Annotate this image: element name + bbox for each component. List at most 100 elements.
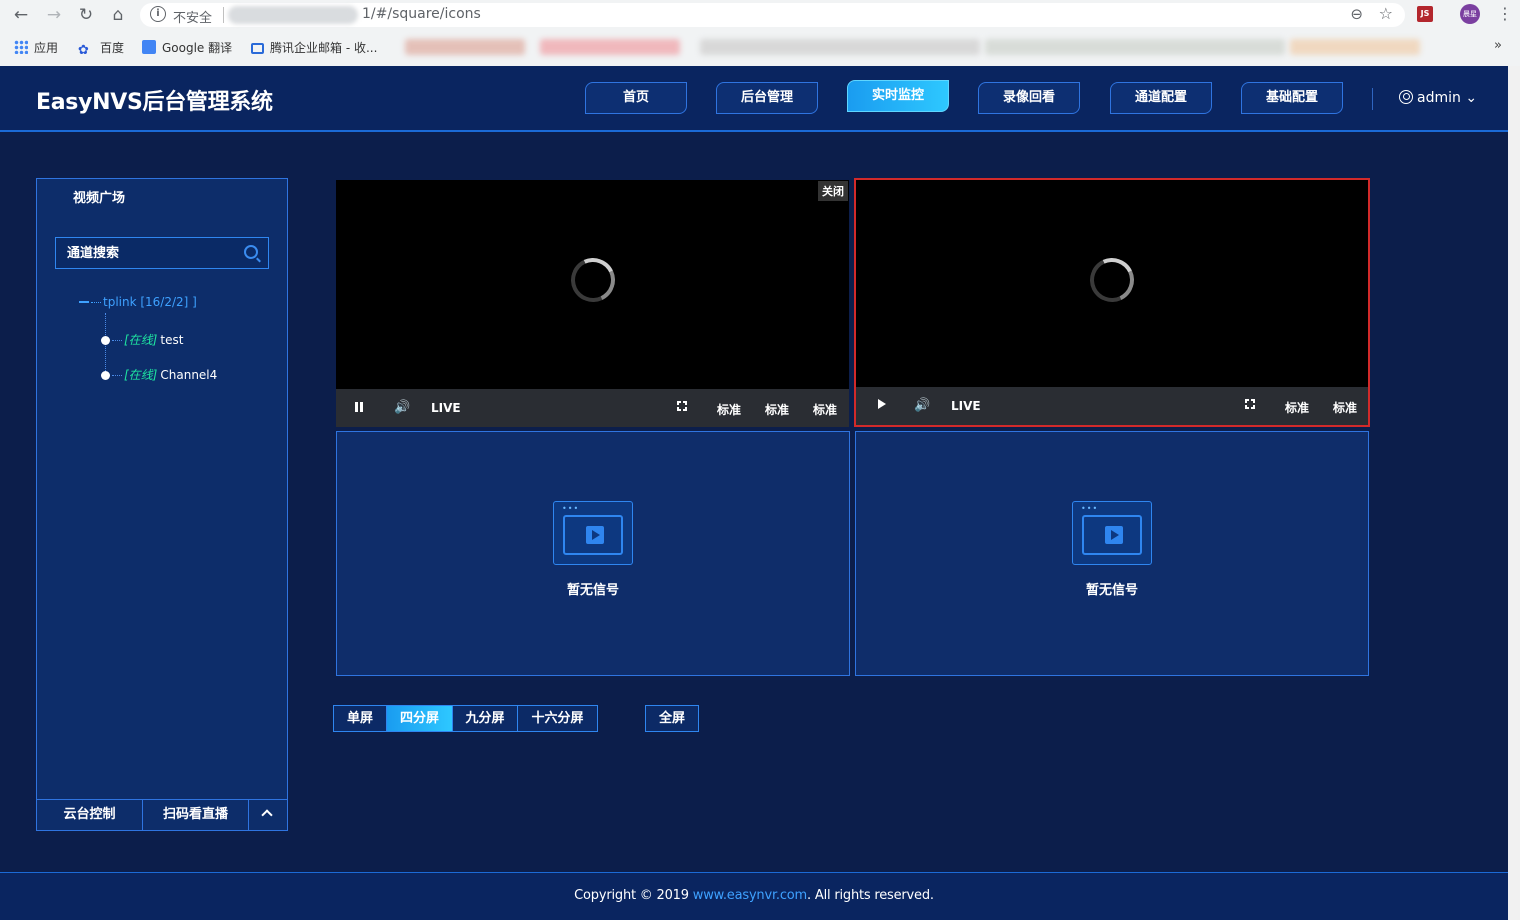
window-dots: ••• — [562, 504, 580, 513]
sidebar-title: 视频广场 — [73, 191, 126, 206]
quality-option[interactable]: 标准 — [1285, 399, 1309, 416]
redacted-bookmark — [985, 39, 1285, 55]
quality-option[interactable]: 标准 — [717, 401, 741, 418]
layout-single-button[interactable]: 单屏 — [334, 706, 387, 731]
split-layout-group: 单屏 四分屏 九分屏 十六分屏 — [333, 705, 598, 732]
video-slot-4[interactable]: ••• 暂无信号 — [855, 431, 1369, 676]
redacted-bookmark — [1290, 39, 1420, 55]
tree-node-tplink[interactable]: tplink [16/2/2] ] — [79, 295, 197, 309]
redacted-bookmark — [405, 39, 525, 55]
play-box — [586, 526, 604, 544]
tab-basic-config[interactable]: 基础配置 — [1241, 82, 1343, 114]
sidebar-bottom-bar: 云台控制 扫码看直播 — [37, 799, 287, 830]
channel-search-input[interactable] — [56, 238, 236, 268]
forward-icon[interactable]: → — [44, 5, 64, 25]
live-indicator: LIVE — [951, 399, 981, 413]
address-row: ← → ↻ ⌂ i 不安全 1/#/square/icons ⊖ ☆ JS 晨星… — [0, 0, 1520, 30]
tab-channel-config[interactable]: 通道配置 — [1110, 82, 1212, 114]
play-box — [1105, 526, 1123, 544]
header-separator — [1372, 88, 1373, 110]
scan-live-button[interactable]: 扫码看直播 — [143, 800, 249, 830]
bookmark-star-icon[interactable]: ☆ — [1379, 4, 1393, 23]
copyright-text: Copyright © 2019 www.easynvr.com. All ri… — [0, 888, 1508, 903]
layout-sixteen-button[interactable]: 十六分屏 — [518, 706, 597, 731]
quality-option[interactable]: 标准 — [765, 401, 789, 418]
layout-nine-button[interactable]: 九分屏 — [453, 706, 518, 731]
tree-node-label: tplink [16/2/2] ] — [103, 295, 197, 309]
bookmark-google-translate[interactable]: Google 翻译 — [142, 39, 232, 56]
zoom-icon[interactable]: ⊖ — [1350, 5, 1363, 23]
tree-item-test[interactable]: [在线] test — [101, 331, 183, 348]
video-slot-3[interactable]: ••• 暂无信号 — [336, 431, 850, 676]
bookmark-label: 应用 — [34, 41, 59, 55]
video-player-2[interactable]: 🔊 LIVE 标准 标准 — [854, 178, 1370, 427]
screen-frame — [563, 515, 623, 555]
player-control-bar: 🔊 LIVE 标准 标准 标准 — [336, 389, 849, 427]
bookmarks-bar: 应用 ✿ 百度 Google 翻译 腾讯企业邮箱 - 收... » — [0, 34, 1520, 60]
page-scrollbar[interactable] — [1508, 66, 1520, 920]
omnibox-separator — [223, 7, 224, 23]
browser-chrome: ← → ↻ ⌂ i 不安全 1/#/square/icons ⊖ ☆ JS 晨星… — [0, 0, 1520, 66]
redacted-bookmark — [700, 39, 980, 55]
player-control-bar: 🔊 LIVE 标准 标准 — [856, 387, 1368, 425]
bookmark-baidu[interactable]: ✿ 百度 — [78, 39, 124, 58]
reload-icon[interactable]: ↻ — [76, 5, 96, 25]
back-icon[interactable]: ← — [11, 5, 31, 25]
bookmark-tencent-mail[interactable]: 腾讯企业邮箱 - 收... — [251, 39, 377, 56]
bookmark-label: 腾讯企业邮箱 - 收... — [270, 41, 378, 55]
redacted-host — [228, 6, 358, 24]
no-signal-video-icon: ••• — [553, 501, 633, 565]
online-status: [在线] — [124, 368, 158, 382]
copyright-prefix: Copyright © 2019 — [574, 888, 693, 903]
profile-avatar[interactable]: 晨星 — [1460, 4, 1480, 24]
search-icon[interactable] — [244, 245, 258, 259]
pause-icon[interactable] — [355, 402, 363, 412]
js-extension-icon[interactable]: JS — [1417, 6, 1433, 22]
browser-menu-icon[interactable]: ⋮ — [1497, 4, 1513, 23]
video-player-1[interactable]: 关闭 🔊 LIVE 标准 标准 标准 — [336, 180, 849, 427]
ptz-control-button[interactable]: 云台控制 — [37, 800, 143, 830]
easynvr-link[interactable]: www.easynvr.com — [693, 888, 807, 903]
layout-four-button[interactable]: 四分屏 — [387, 706, 453, 731]
copyright-suffix: . All rights reserved. — [807, 888, 934, 903]
channel-search — [55, 237, 269, 269]
video-square-sidebar: 视频广场 tplink [16/2/2] ] [在线]test [在线]Chan… — [36, 178, 288, 831]
live-indicator: LIVE — [431, 401, 461, 415]
loading-spinner-icon — [1083, 251, 1141, 309]
tree-connector — [112, 375, 122, 376]
close-player-button[interactable]: 关闭 — [818, 181, 848, 201]
address-bar[interactable]: i 不安全 1/#/square/icons ⊖ ☆ — [140, 3, 1405, 27]
fullscreen-button[interactable]: 全屏 — [645, 705, 699, 732]
no-signal-video-icon: ••• — [1072, 501, 1152, 565]
fullscreen-icon[interactable] — [676, 400, 690, 414]
quality-option[interactable]: 标准 — [1333, 399, 1357, 416]
bookmark-apps[interactable]: 应用 — [14, 39, 58, 56]
play-icon[interactable] — [878, 399, 886, 409]
tab-playback[interactable]: 录像回看 — [978, 82, 1080, 114]
info-icon[interactable]: i — [150, 6, 166, 22]
google-translate-icon — [142, 40, 156, 54]
volume-icon[interactable]: 🔊 — [914, 398, 930, 413]
tab-live-monitor[interactable]: 实时监控 — [847, 80, 949, 112]
volume-icon[interactable]: 🔊 — [394, 400, 410, 415]
tree-node-dot — [101, 336, 110, 345]
bookmarks-more-icon[interactable]: » — [1494, 38, 1502, 53]
user-icon — [1399, 90, 1413, 104]
expand-panel-button[interactable] — [249, 800, 287, 830]
quality-option[interactable]: 标准 — [813, 401, 837, 418]
no-signal-text: 暂无信号 — [566, 583, 619, 598]
tab-home[interactable]: 首页 — [585, 82, 687, 114]
home-icon[interactable]: ⌂ — [108, 5, 128, 25]
username: admin — [1417, 90, 1461, 106]
fullscreen-icon[interactable] — [1244, 398, 1258, 412]
app-header: EasyNVS后台管理系统 首页 后台管理 实时监控 录像回看 通道配置 基础配… — [0, 66, 1508, 132]
user-menu[interactable]: admin ⌄ — [1399, 90, 1477, 106]
channel-name: test — [160, 333, 184, 347]
tree-connector — [91, 302, 101, 303]
collapse-minus-icon[interactable] — [79, 301, 89, 303]
tab-admin[interactable]: 后台管理 — [716, 82, 818, 114]
baidu-paw-icon: ✿ — [78, 43, 89, 58]
tree-item-channel4[interactable]: [在线] Channel4 — [101, 366, 217, 383]
window-dots: ••• — [1081, 504, 1099, 513]
app-root: EasyNVS后台管理系统 首页 后台管理 实时监控 录像回看 通道配置 基础配… — [0, 66, 1508, 920]
